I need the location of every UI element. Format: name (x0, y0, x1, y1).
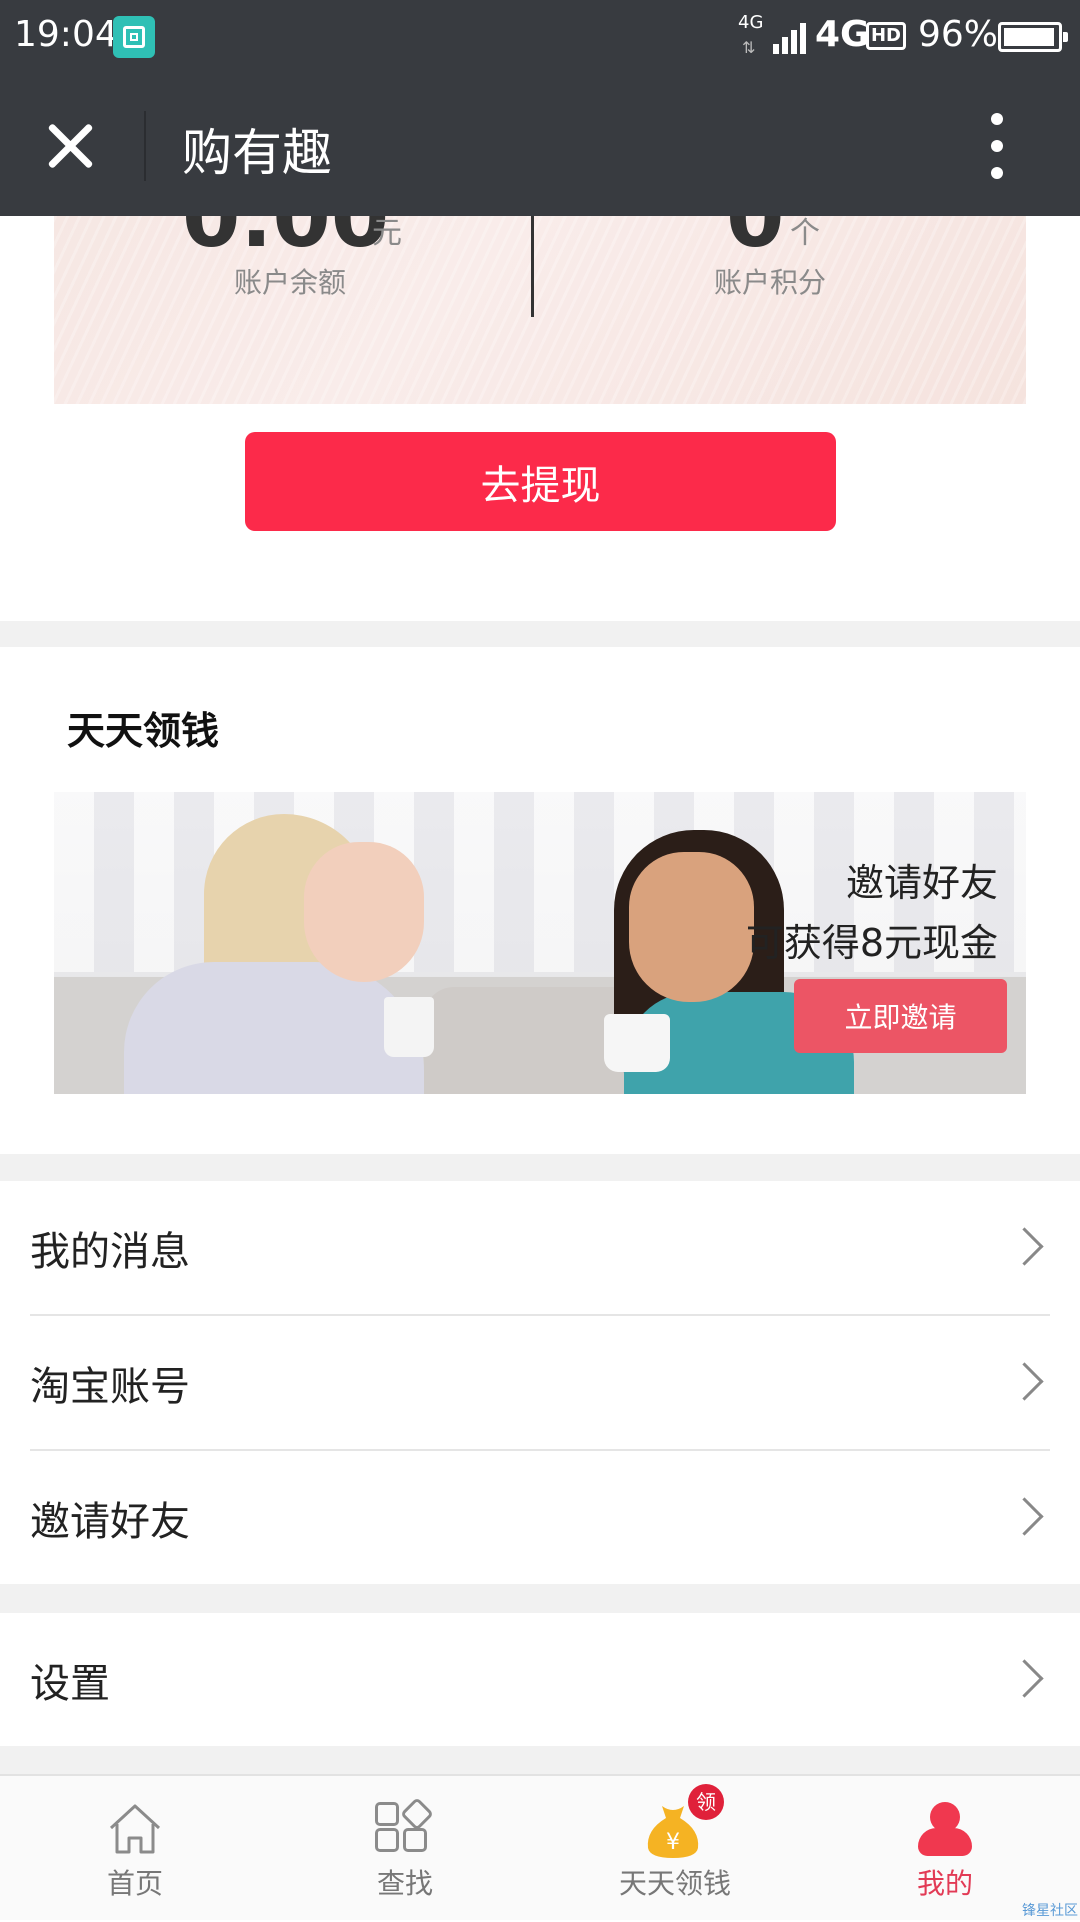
tab-label: 我的 (916, 1867, 973, 1900)
cup-icon (384, 997, 434, 1057)
banner-subline: 可获得8元现金 (745, 921, 998, 965)
menu-item-invite-friends[interactable]: 邀请好友 (0, 1451, 1080, 1585)
balance-value: 0.00 (182, 216, 390, 266)
balance-unit: 元 (372, 216, 402, 251)
tab-find[interactable]: 查找 (270, 1776, 540, 1922)
invite-banner[interactable]: 邀请好友 可获得8元现金 立即邀请 (54, 792, 1026, 1094)
battery-icon (998, 22, 1068, 52)
close-icon[interactable] (40, 115, 102, 177)
balance-label: 账户余额 (234, 266, 347, 299)
data-arrows-icon: ⇅ (742, 38, 756, 57)
hd-icon: HD (866, 22, 906, 50)
menu-item-taobao-account[interactable]: 淘宝账号 (0, 1316, 1080, 1450)
find-icon (375, 1797, 434, 1858)
menu-item-label: 邀请好友 (30, 1499, 190, 1545)
banner-person-right-face (629, 852, 754, 1002)
svg-text:¥: ¥ (666, 1830, 680, 1855)
menu-item-label: 淘宝账号 (30, 1364, 190, 1410)
battery-fill (1004, 28, 1054, 46)
menu-item-messages[interactable]: 我的消息 (0, 1181, 1080, 1315)
user-icon (918, 1802, 972, 1858)
points-unit: 个 (790, 216, 820, 251)
status-bar: 19:04 4G ⇅ 4G HD 96% (0, 0, 1080, 75)
chevron-right-icon (1005, 1497, 1044, 1536)
tab-label: 天天领钱 (618, 1867, 731, 1900)
status-time: 19:04 (14, 14, 118, 55)
badge-icon: 领 (688, 1784, 724, 1820)
section-title-daily: 天天领钱 (67, 709, 220, 753)
cup-icon (604, 1014, 670, 1072)
page-title: 购有趣 (182, 124, 332, 182)
tab-label: 查找 (376, 1867, 433, 1900)
menu-item-settings[interactable]: 设置 (0, 1613, 1080, 1747)
tab-home[interactable]: 首页 (0, 1776, 270, 1922)
tab-daily-money[interactable]: ¥ 领 天天领钱 (540, 1776, 810, 1922)
screenshot-icon (113, 16, 155, 58)
menu-item-label: 设置 (30, 1661, 110, 1707)
watermark-text: 锋星社区 (1022, 1903, 1078, 1919)
more-vertical-icon[interactable] (985, 113, 1009, 179)
title-divider (144, 111, 146, 181)
section-gap (0, 1746, 1080, 1774)
tab-bar: 首页 查找 ¥ 领 天天领钱 我的 锋星社区 (0, 1774, 1080, 1920)
title-bar: 购有趣 (0, 75, 1080, 216)
account-divider (531, 216, 534, 317)
section-gap (0, 1584, 1080, 1613)
invite-now-button[interactable]: 立即邀请 (794, 979, 1007, 1053)
chevron-right-icon (1005, 1227, 1044, 1266)
withdraw-button[interactable]: 去提现 (245, 432, 836, 531)
points-value: 0 (726, 216, 785, 266)
account-card: 0.00 元 账户余额 0 个 账户积分 (54, 216, 1026, 404)
network-label: 4G (815, 14, 870, 55)
battery-percent: 96% (918, 14, 999, 55)
network-small-label: 4G (738, 12, 764, 33)
home-icon (109, 1804, 161, 1854)
points-label: 账户积分 (714, 266, 827, 299)
banner-person-left-face (304, 842, 424, 982)
signal-icon (773, 20, 813, 54)
chevron-right-icon (1005, 1362, 1044, 1401)
section-gap (0, 1154, 1080, 1181)
banner-headline: 邀请好友 (845, 861, 998, 905)
menu-item-label: 我的消息 (30, 1229, 190, 1275)
chevron-right-icon (1005, 1659, 1044, 1698)
tab-label: 首页 (106, 1867, 163, 1900)
section-gap (0, 621, 1080, 647)
